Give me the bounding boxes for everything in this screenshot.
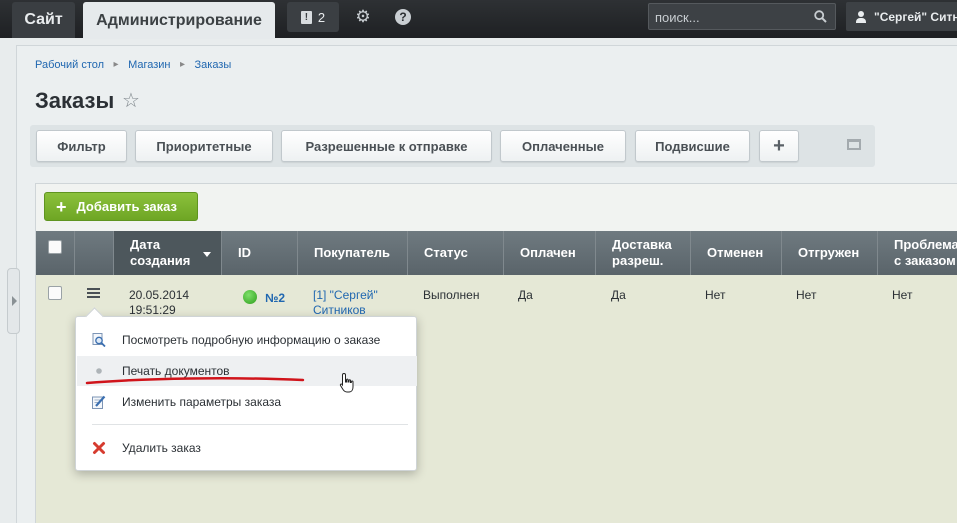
- breadcrumb-separator-icon: ▸: [113, 59, 119, 70]
- column-header-delivery-allowed[interactable]: Доставка разреш.: [595, 231, 690, 275]
- filter-priority[interactable]: Приоритетные: [135, 130, 273, 162]
- breadcrumb-item-shop[interactable]: Магазин: [128, 59, 170, 71]
- search-icon[interactable]: [814, 10, 827, 23]
- filter-paid[interactable]: Оплаченные: [500, 130, 626, 162]
- order-paid: Да: [518, 288, 533, 302]
- gear-icon[interactable]: ⚙: [354, 8, 372, 26]
- hand-cursor-icon: [339, 372, 354, 393]
- order-id-link[interactable]: №2: [265, 291, 285, 305]
- user-menu-button[interactable]: "Сергей" Ситн: [846, 2, 957, 31]
- order-context-menu: Посмотреть подробную информацию о заказе…: [75, 316, 417, 471]
- buyer-link[interactable]: [1] "Сергей" Ситников: [313, 288, 378, 318]
- notifications-button[interactable]: ! 2: [287, 2, 339, 32]
- search-input[interactable]: [655, 8, 805, 26]
- page-title: Заказы: [35, 88, 115, 113]
- menu-item-delete-order[interactable]: Удалить заказ: [77, 433, 417, 463]
- minimize-icon[interactable]: [847, 139, 861, 150]
- help-icon[interactable]: ?: [395, 9, 411, 25]
- column-header-buyer[interactable]: Покупатель: [297, 231, 407, 275]
- column-header-id[interactable]: ID: [221, 231, 297, 275]
- user-name: "Сергей" Ситн: [874, 9, 957, 24]
- add-order-label: Добавить заказ: [76, 199, 177, 214]
- order-date: 20.05.2014 19:51:29: [129, 288, 190, 317]
- column-header-date[interactable]: Дата создания: [113, 231, 221, 275]
- column-header-canceled[interactable]: Отменен: [690, 231, 781, 275]
- status-indicator-icon: [243, 290, 257, 304]
- magnifier-icon: [92, 333, 106, 347]
- order-delivery-allowed: Да: [611, 288, 626, 302]
- menu-item-view-details[interactable]: Посмотреть подробную информацию о заказе: [77, 325, 417, 355]
- filter-stuck[interactable]: Подвисшие: [635, 130, 750, 162]
- order-status: Выполнен: [423, 288, 480, 302]
- delete-icon: [93, 442, 105, 454]
- user-icon: [856, 10, 866, 23]
- annotation-underline: [85, 377, 305, 385]
- search-box: [648, 3, 836, 30]
- column-header-paid[interactable]: Оплачен: [503, 231, 595, 275]
- order-shipped: Нет: [796, 288, 817, 302]
- order-canceled: Нет: [705, 288, 726, 302]
- sort-desc-icon: [203, 252, 211, 257]
- notifications-count: 2: [317, 9, 326, 25]
- menu-item-edit-order[interactable]: Изменить параметры заказа: [77, 387, 417, 417]
- row-checkbox[interactable]: [48, 286, 62, 300]
- breadcrumb-separator-icon: ▸: [179, 59, 186, 70]
- filter-allowed-to-ship[interactable]: Разрешенные к отправке: [281, 130, 492, 162]
- notification-icon: !: [300, 10, 312, 24]
- select-all-checkbox[interactable]: [48, 240, 62, 254]
- breadcrumb: Рабочий стол ▸ Магазин ▸ Заказы: [35, 59, 231, 71]
- column-header-status[interactable]: Статус: [407, 231, 503, 275]
- order-problem: Нет: [892, 288, 913, 302]
- breadcrumb-item-desktop[interactable]: Рабочий стол: [35, 59, 104, 71]
- favorite-star-icon[interactable]: ☆: [122, 91, 140, 111]
- edit-icon: [92, 395, 106, 409]
- tab-site[interactable]: Сайт: [12, 2, 75, 38]
- filter-button[interactable]: Фильтр: [36, 130, 127, 162]
- tab-administration[interactable]: Администрирование: [83, 2, 275, 39]
- add-filter-button[interactable]: +: [759, 130, 799, 162]
- chevron-right-icon: [12, 296, 17, 306]
- add-order-button[interactable]: + Добавить заказ: [44, 192, 198, 221]
- plus-icon: +: [56, 196, 67, 217]
- menu-divider: [92, 424, 408, 425]
- column-header-shipped[interactable]: Отгружен: [781, 231, 877, 275]
- table-header-actions: [74, 231, 113, 275]
- column-header-problem[interactable]: Проблема с заказом: [877, 231, 957, 275]
- breadcrumb-item-orders[interactable]: Заказы: [195, 59, 232, 71]
- sidebar-toggle-handle[interactable]: [7, 268, 20, 334]
- row-actions-menu-icon[interactable]: [87, 288, 100, 298]
